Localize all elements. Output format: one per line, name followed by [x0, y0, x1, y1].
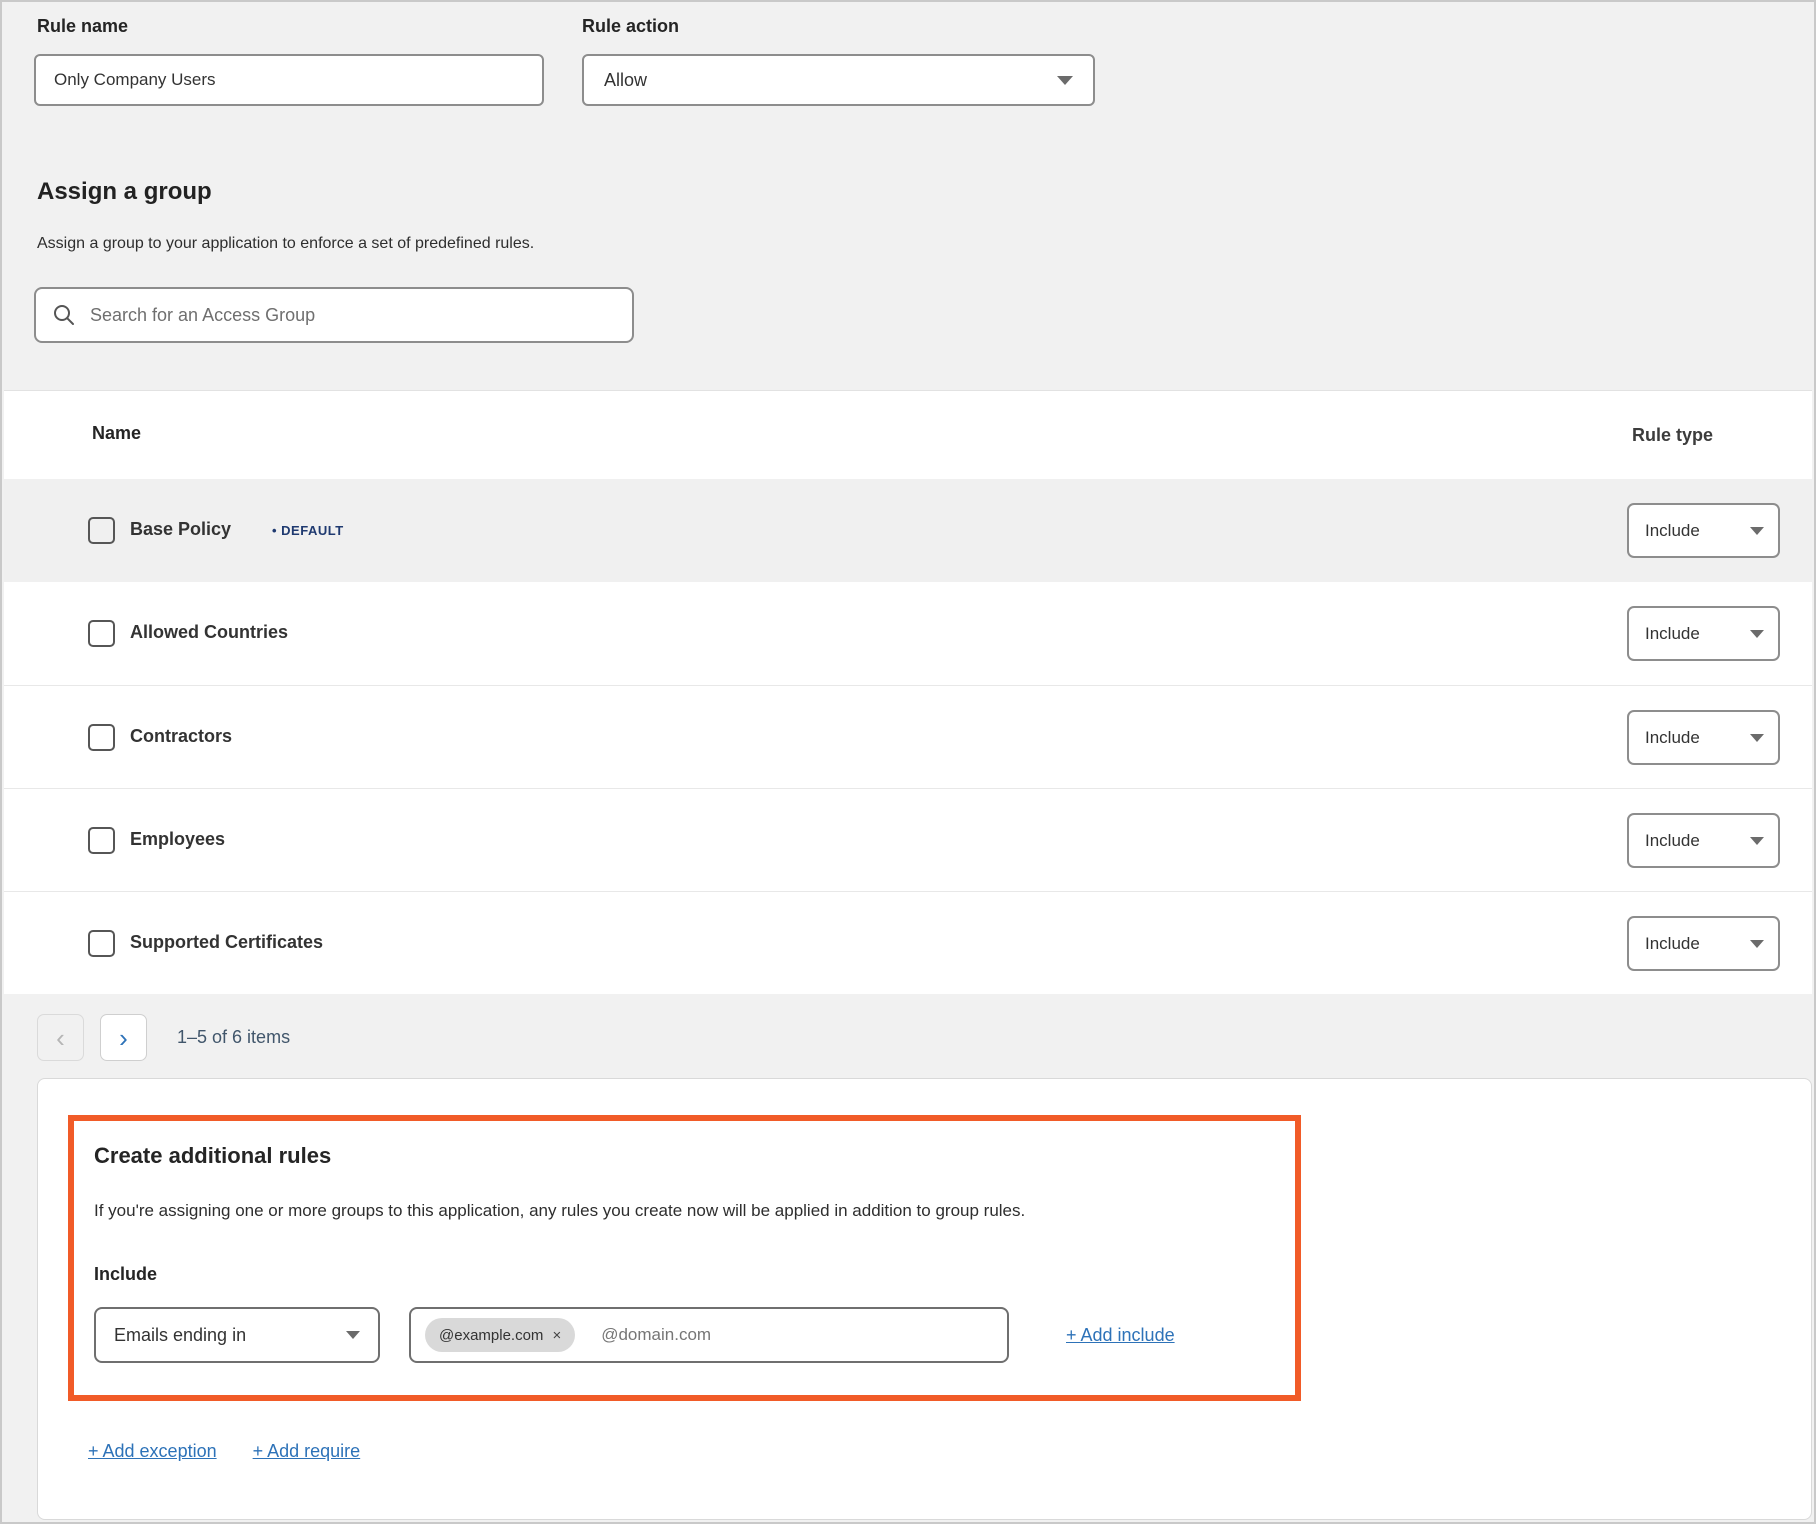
chevron-down-icon — [1750, 734, 1764, 742]
table-row-base-policy: Base Policy • DEFAULT Include — [4, 479, 1812, 582]
table-header-row: Name Rule type — [4, 391, 1812, 479]
column-header-name: Name — [92, 423, 141, 444]
chevron-down-icon — [1750, 527, 1764, 535]
rule-type-value: Include — [1645, 624, 1700, 644]
table-row-supported-certificates: Supported Certificates Include — [4, 891, 1812, 994]
chevron-left-icon: ‹ — [56, 1025, 65, 1051]
chevron-down-icon — [1750, 940, 1764, 948]
email-domain-chip: @example.com × — [425, 1318, 575, 1352]
rule-type-value: Include — [1645, 934, 1700, 954]
group-name: Base Policy — [130, 519, 231, 540]
rule-editor-page: Rule name Rule action Allow Assign a gro… — [0, 0, 1816, 1524]
additional-rules-heading: Create additional rules — [94, 1143, 331, 1169]
rule-condition-value: Emails ending in — [114, 1325, 246, 1346]
include-label: Include — [94, 1264, 157, 1285]
chip-label: @example.com — [439, 1327, 543, 1344]
group-name: Supported Certificates — [130, 932, 323, 953]
email-domains-input[interactable]: @example.com × — [409, 1307, 1009, 1363]
rule-condition-select[interactable]: Emails ending in — [94, 1307, 380, 1363]
highlighted-rules-section: Create additional rules If you're assign… — [68, 1115, 1301, 1401]
group-name: Employees — [130, 829, 225, 850]
search-input[interactable] — [90, 305, 616, 326]
rule-type-value: Include — [1645, 831, 1700, 851]
rule-type-value: Include — [1645, 728, 1700, 748]
add-exception-link[interactable]: + Add exception — [88, 1441, 217, 1462]
group-name: Contractors — [130, 726, 232, 747]
table-row-contractors: Contractors Include — [4, 685, 1812, 788]
group-name: Allowed Countries — [130, 622, 288, 643]
rule-action-label: Rule action — [582, 16, 679, 37]
row-checkbox[interactable] — [88, 517, 115, 544]
row-checkbox[interactable] — [88, 930, 115, 957]
next-page-button[interactable]: › — [100, 1014, 147, 1061]
add-include-link[interactable]: + Add include — [1066, 1325, 1175, 1346]
rule-type-select[interactable]: Include — [1627, 916, 1780, 971]
rule-action-links: + Add exception + Add require — [88, 1441, 360, 1462]
previous-page-button[interactable]: ‹ — [37, 1014, 84, 1061]
table-row-employees: Employees Include — [4, 788, 1812, 891]
default-badge: • DEFAULT — [272, 523, 344, 538]
table-row-allowed-countries: Allowed Countries Include — [4, 582, 1812, 685]
rule-action-select[interactable]: Allow — [582, 54, 1095, 106]
row-checkbox[interactable] — [88, 620, 115, 647]
assign-group-heading: Assign a group — [37, 178, 212, 206]
pagination-range-label: 1–5 of 6 items — [177, 1027, 290, 1048]
rule-name-input[interactable] — [34, 54, 544, 106]
email-domain-text-input[interactable] — [601, 1325, 993, 1345]
row-checkbox[interactable] — [88, 827, 115, 854]
rule-type-select[interactable]: Include — [1627, 710, 1780, 765]
search-icon — [52, 303, 76, 327]
assign-group-description: Assign a group to your application to en… — [37, 235, 534, 253]
access-groups-table: Name Rule type Base Policy • DEFAULT Inc… — [4, 390, 1812, 993]
pagination: ‹ › 1–5 of 6 items — [37, 1014, 290, 1061]
rule-name-label: Rule name — [37, 16, 128, 37]
rule-type-select[interactable]: Include — [1627, 503, 1780, 558]
chevron-down-icon — [1750, 837, 1764, 845]
access-group-search[interactable] — [34, 287, 634, 343]
rule-type-select[interactable]: Include — [1627, 813, 1780, 868]
remove-chip-icon[interactable]: × — [552, 1328, 561, 1343]
chevron-right-icon: › — [119, 1025, 128, 1051]
add-require-link[interactable]: + Add require — [253, 1441, 361, 1462]
chevron-down-icon — [1750, 630, 1764, 638]
column-header-rule-type: Rule type — [1632, 425, 1713, 446]
additional-rules-description: If you're assigning one or more groups t… — [94, 1201, 1284, 1221]
additional-rules-card: Create additional rules If you're assign… — [37, 1078, 1812, 1520]
chevron-down-icon — [1057, 76, 1073, 85]
row-checkbox[interactable] — [88, 724, 115, 751]
rule-type-select[interactable]: Include — [1627, 606, 1780, 661]
chevron-down-icon — [346, 1331, 360, 1339]
rule-type-value: Include — [1645, 521, 1700, 541]
rule-action-value: Allow — [604, 70, 647, 91]
